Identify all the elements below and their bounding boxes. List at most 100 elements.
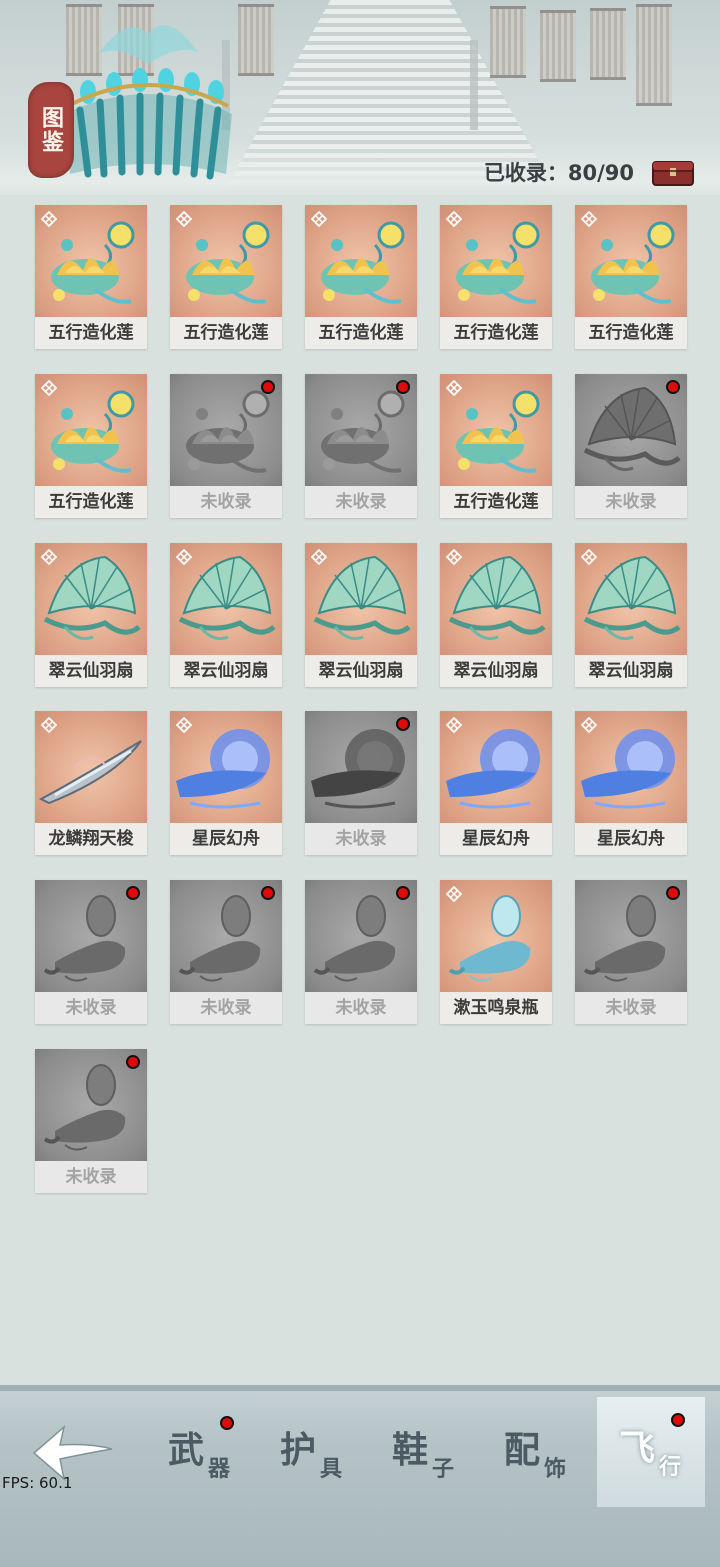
collection-card-name: 五行造化莲 — [305, 317, 417, 349]
collection-card[interactable]: 未收录 — [575, 374, 687, 518]
new-item-red-dot — [261, 380, 275, 394]
category-tab[interactable]: 武器 — [146, 1409, 254, 1499]
treasure-chest-icon[interactable] — [652, 158, 694, 186]
background-pillar — [470, 40, 478, 130]
rarity-mark-icon — [176, 549, 192, 565]
background-scroll — [540, 10, 576, 82]
background-scroll — [490, 6, 526, 78]
collection-card-name: 五行造化莲 — [170, 317, 282, 349]
collection-card[interactable]: 五行造化莲 — [440, 374, 552, 518]
tab-label-main: 配 — [504, 1429, 541, 1471]
collection-card-name: 漱玉鸣泉瓶 — [440, 992, 552, 1024]
collection-card-name: 五行造化莲 — [440, 486, 552, 518]
collection-card[interactable]: 翠云仙羽扇 — [575, 543, 687, 687]
rarity-mark-icon — [41, 211, 57, 227]
fan-art-icon — [35, 543, 147, 655]
collection-card[interactable]: 未收录 — [305, 711, 417, 855]
lotus-art-icon — [440, 374, 552, 486]
collection-card[interactable]: 五行造化莲 — [575, 205, 687, 349]
new-item-red-dot — [666, 380, 680, 394]
category-tab[interactable]: 护具 — [258, 1409, 366, 1499]
collection-card-name: 五行造化莲 — [440, 317, 552, 349]
category-tab[interactable]: 鞋子 — [370, 1409, 478, 1499]
collection-card[interactable]: 未收录 — [35, 880, 147, 1024]
jade-cage-emblem-icon — [64, 25, 232, 180]
lotus-art-icon — [170, 205, 282, 317]
collection-card-name: 五行造化莲 — [35, 486, 147, 518]
header-banner: 图鉴 已收录：80/90 — [0, 0, 720, 195]
collection-card[interactable]: 五行造化莲 — [35, 205, 147, 349]
new-item-red-dot — [261, 886, 275, 900]
shuttle-art-icon — [35, 711, 147, 823]
rarity-mark-icon — [581, 211, 597, 227]
collection-card[interactable]: 未收录 — [305, 374, 417, 518]
fan-art-icon — [170, 543, 282, 655]
background-scroll — [238, 4, 274, 76]
new-item-red-dot — [396, 886, 410, 900]
collected-count: 已收录：80/90 — [483, 161, 634, 185]
tab-label-main: 飞 — [619, 1427, 656, 1469]
tab-label-sub: 子 — [432, 1456, 455, 1482]
rarity-mark-icon — [446, 211, 462, 227]
collection-card[interactable]: 漱玉鸣泉瓶 — [440, 880, 552, 1024]
collection-card[interactable]: 未收录 — [35, 1049, 147, 1193]
category-tab[interactable]: 飞行 — [597, 1397, 705, 1507]
collection-card[interactable]: 未收录 — [305, 880, 417, 1024]
collection-card-name: 未收录 — [575, 486, 687, 518]
boat-art-icon — [440, 711, 552, 823]
collection-card[interactable]: 翠云仙羽扇 — [305, 543, 417, 687]
tab-red-dot — [220, 1416, 234, 1430]
codex-badge-label: 图鉴 — [38, 106, 64, 154]
background-scroll — [590, 8, 626, 80]
lotus-art-icon — [440, 205, 552, 317]
rarity-mark-icon — [446, 549, 462, 565]
collection-card[interactable]: 星辰幻舟 — [170, 711, 282, 855]
rarity-mark-icon — [446, 380, 462, 396]
collection-card-name: 未收录 — [575, 992, 687, 1024]
collection-card[interactable]: 五行造化莲 — [305, 205, 417, 349]
collection-card-name: 未收录 — [305, 992, 417, 1024]
collection-card[interactable]: 五行造化莲 — [440, 205, 552, 349]
collection-card-name: 翠云仙羽扇 — [305, 655, 417, 687]
category-tab[interactable]: 配饰 — [482, 1409, 590, 1499]
collection-card[interactable]: 五行造化莲 — [35, 374, 147, 518]
tab-label-main: 鞋 — [392, 1429, 429, 1471]
tab-red-dot — [671, 1413, 685, 1427]
collection-card[interactable]: 翠云仙羽扇 — [440, 543, 552, 687]
collection-card-name: 翠云仙羽扇 — [170, 655, 282, 687]
new-item-red-dot — [126, 1055, 140, 1069]
codex-badge: 图鉴 — [28, 82, 74, 178]
fps-readout: FPS: 60.1 — [2, 1474, 73, 1492]
rarity-mark-icon — [41, 380, 57, 396]
collection-card[interactable]: 翠云仙羽扇 — [170, 543, 282, 687]
new-item-red-dot — [396, 717, 410, 731]
boat-art-icon — [575, 711, 687, 823]
collection-card[interactable]: 龙鳞翔天梭 — [35, 711, 147, 855]
collection-card[interactable]: 未收录 — [170, 880, 282, 1024]
new-item-red-dot — [126, 886, 140, 900]
boat-art-icon — [170, 711, 282, 823]
new-item-red-dot — [396, 380, 410, 394]
tab-label-main: 护 — [280, 1429, 317, 1471]
collection-card-name: 未收录 — [170, 486, 282, 518]
tab-label-main: 武 — [168, 1429, 205, 1471]
collection-card[interactable]: 星辰幻舟 — [575, 711, 687, 855]
bottom-tab-bar: 武器护具鞋子配饰飞行 — [0, 1385, 720, 1567]
collection-card-name: 未收录 — [170, 992, 282, 1024]
collection-card[interactable]: 五行造化莲 — [170, 205, 282, 349]
lotus-art-icon — [305, 205, 417, 317]
collection-card[interactable]: 星辰幻舟 — [440, 711, 552, 855]
lotus-art-icon — [35, 374, 147, 486]
fan-art-icon — [575, 543, 687, 655]
rarity-mark-icon — [446, 717, 462, 733]
rarity-mark-icon — [446, 886, 462, 902]
collection-card-name: 五行造化莲 — [35, 317, 147, 349]
collection-card-name: 星辰幻舟 — [440, 823, 552, 855]
collection-card[interactable]: 翠云仙羽扇 — [35, 543, 147, 687]
new-item-red-dot — [666, 886, 680, 900]
fan-art-icon — [440, 543, 552, 655]
tab-label-sub: 行 — [659, 1454, 682, 1480]
collection-card[interactable]: 未收录 — [575, 880, 687, 1024]
collection-card[interactable]: 未收录 — [170, 374, 282, 518]
rarity-mark-icon — [581, 549, 597, 565]
